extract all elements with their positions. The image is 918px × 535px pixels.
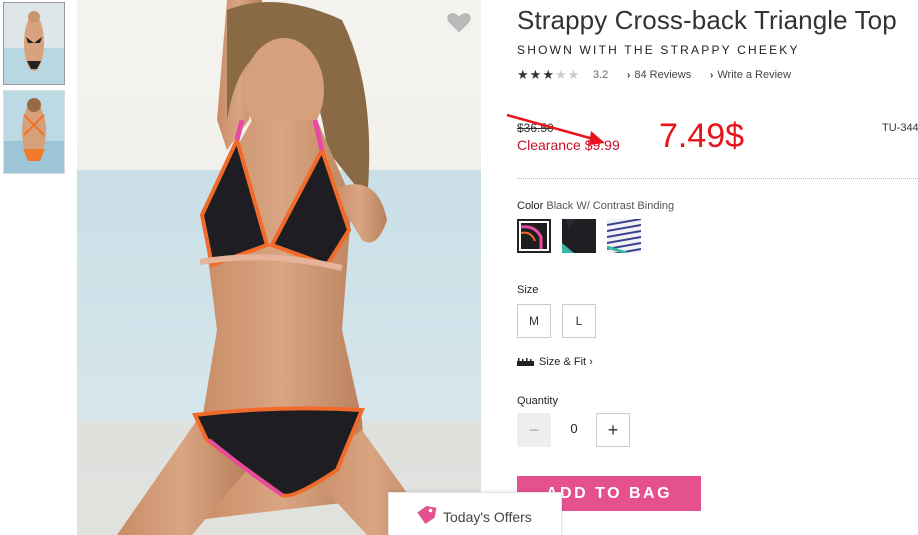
color-swatch-black-teal[interactable] [562, 219, 596, 253]
size-fit-link[interactable]: Size & Fit › [517, 356, 593, 368]
product-title: Strappy Cross-back Triangle Top [517, 5, 897, 35]
size-option-m[interactable]: M [517, 304, 551, 338]
product-sku: TU-344 [882, 122, 918, 134]
chevron-right-icon: › [589, 356, 593, 368]
star-empty-icon: ★ [554, 67, 568, 82]
product-subtitle: SHOWN WITH THE STRAPPY CHEEKY [517, 43, 800, 57]
todays-offers-label: Today's Offers [443, 509, 532, 525]
thumbnail-back[interactable] [3, 90, 65, 174]
write-review-label: Write a Review [717, 69, 792, 81]
size-option-l[interactable]: L [562, 304, 596, 338]
rating-value: 3.2 [593, 69, 609, 81]
reviews-link[interactable]: › 84 Reviews [627, 69, 691, 81]
quantity-label: Quantity [517, 395, 558, 407]
quantity-value[interactable]: 0 [562, 421, 586, 436]
annotation-arrow-icon [506, 113, 605, 145]
thumbnail-front[interactable] [3, 2, 65, 85]
reviews-link-label: 84 Reviews [634, 69, 692, 81]
annotated-price: 7.49$ [659, 117, 745, 155]
thumbnail-front-image [4, 3, 64, 84]
size-label: Size [517, 284, 539, 296]
star-icon: ★ [542, 67, 555, 82]
color-label: Color Black W/ Contrast Binding [517, 200, 674, 212]
color-swatch-black-contrast[interactable] [517, 219, 551, 253]
chevron-right-icon: › [627, 70, 631, 81]
quantity-increase-button[interactable]: + [596, 413, 630, 447]
write-review-link[interactable]: › Write a Review [710, 69, 791, 81]
ruler-icon [517, 358, 534, 367]
color-swatch-stripe[interactable] [607, 219, 641, 253]
star-icon: ★ [529, 67, 543, 82]
chevron-right-icon: › [710, 70, 714, 81]
product-main-image [77, 0, 481, 535]
thumbnail-back-image [4, 91, 64, 173]
star-icon: ★ [517, 67, 530, 82]
favorite-heart-icon[interactable] [445, 8, 473, 36]
todays-offers-button[interactable]: Today's Offers [388, 492, 562, 535]
tag-icon [417, 505, 437, 525]
divider [517, 178, 918, 179]
color-label-text: Color [517, 200, 544, 212]
rating-stars: ★★★★★ [517, 67, 580, 83]
star-empty-icon: ★ [567, 67, 581, 82]
size-fit-label: Size & Fit [539, 356, 587, 368]
quantity-decrease-button[interactable]: − [517, 413, 551, 447]
color-selected-value: Black W/ Contrast Binding [546, 200, 675, 212]
